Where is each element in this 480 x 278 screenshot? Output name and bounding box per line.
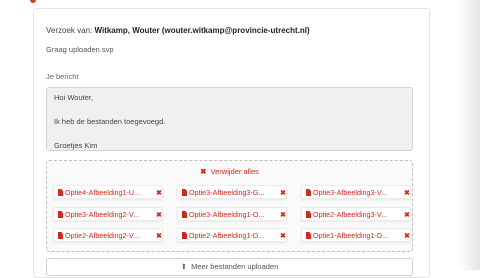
file-name: Optie1-Afbeelding1-D... xyxy=(313,231,389,240)
close-icon: ✖ xyxy=(200,167,207,176)
pdf-file-icon xyxy=(306,211,311,218)
pdf-file-icon xyxy=(182,211,187,218)
file-name: Optie3-Afbeelding3-G... xyxy=(189,188,265,197)
remove-file-icon[interactable]: ✖ xyxy=(404,229,410,243)
file-name: Optie3-Afbeelding1-O... xyxy=(189,210,265,219)
upload-more-button[interactable]: ⬆ Meer bestanden uploaden xyxy=(46,258,413,276)
file-name: Optie3-Afbeelding2-V... xyxy=(65,210,140,219)
file-name: Optie2-Afbeelding1-D... xyxy=(189,231,265,240)
reply-label: Je bericht xyxy=(46,72,79,81)
file-chip: Optie3-Afbeelding1-O... ✖ xyxy=(177,207,288,222)
page-shadow xyxy=(458,0,480,270)
remove-file-icon[interactable]: ✖ xyxy=(156,186,162,200)
top-strip xyxy=(0,0,480,6)
pdf-file-icon xyxy=(182,189,187,196)
file-chip: Optie2-Afbeelding1-D... ✖ xyxy=(177,228,288,243)
file-name: Optie2-Afbeelding3-V... xyxy=(313,210,388,219)
remove-file-icon[interactable]: ✖ xyxy=(280,186,286,200)
requester-name: Witkamp, Wouter (wouter.witkamp@provinci… xyxy=(94,26,310,35)
request-message: Graag uploaden svp xyxy=(46,45,114,54)
file-dropzone[interactable]: ✖ Verwijder alles Optie4-Afbeelding1-U..… xyxy=(46,160,413,252)
remove-file-icon[interactable]: ✖ xyxy=(404,186,410,200)
remove-file-icon[interactable]: ✖ xyxy=(156,208,162,222)
pdf-file-icon xyxy=(58,189,63,196)
file-chip: Optie3-Afbeelding2-V... ✖ xyxy=(53,207,164,222)
alert-dot-icon xyxy=(30,0,36,3)
file-name: Optie2-Afbeelding2-V... xyxy=(65,231,140,240)
file-name: Optie3-Afbeelding3-V... xyxy=(313,188,388,197)
pdf-file-icon xyxy=(58,232,63,239)
pdf-file-icon xyxy=(306,189,311,196)
file-chip: Optie4-Afbeelding1-U... ✖ xyxy=(53,185,164,200)
reply-line: Hoi Wouter, xyxy=(54,93,94,102)
reply-line xyxy=(54,104,405,116)
reply-line: Groetjes Kim xyxy=(54,141,98,150)
reply-line: Ik heb de bestanden toegevoegd. xyxy=(54,117,166,126)
file-chip: Optie1-Afbeelding1-D... ✖ xyxy=(301,228,412,243)
pdf-file-icon xyxy=(58,211,63,218)
remove-file-icon[interactable]: ✖ xyxy=(280,208,286,222)
reply-line xyxy=(54,128,405,140)
request-prefix: Verzoek van: xyxy=(46,26,93,35)
file-name: Optie4-Afbeelding1-U... xyxy=(65,188,141,197)
pdf-file-icon xyxy=(306,232,311,239)
remove-file-icon[interactable]: ✖ xyxy=(280,229,286,243)
file-chip: Optie2-Afbeelding3-V... ✖ xyxy=(301,207,412,222)
remove-all-label: Verwijder alles xyxy=(210,167,259,176)
pdf-file-icon xyxy=(182,232,187,239)
file-chip: Optie3-Afbeelding3-G... ✖ xyxy=(177,185,288,200)
reply-textarea[interactable]: Hoi Wouter, Ik heb de bestanden toegevoe… xyxy=(46,87,413,151)
request-from: Verzoek van: Witkamp, Wouter (wouter.wit… xyxy=(46,26,310,35)
remove-file-icon[interactable]: ✖ xyxy=(404,208,410,222)
file-chip: Optie3-Afbeelding3-V... ✖ xyxy=(301,185,412,200)
file-chip: Optie2-Afbeelding2-V... ✖ xyxy=(53,228,164,243)
remove-all-button[interactable]: ✖ Verwijder alles xyxy=(47,167,412,176)
remove-file-icon[interactable]: ✖ xyxy=(156,229,162,243)
